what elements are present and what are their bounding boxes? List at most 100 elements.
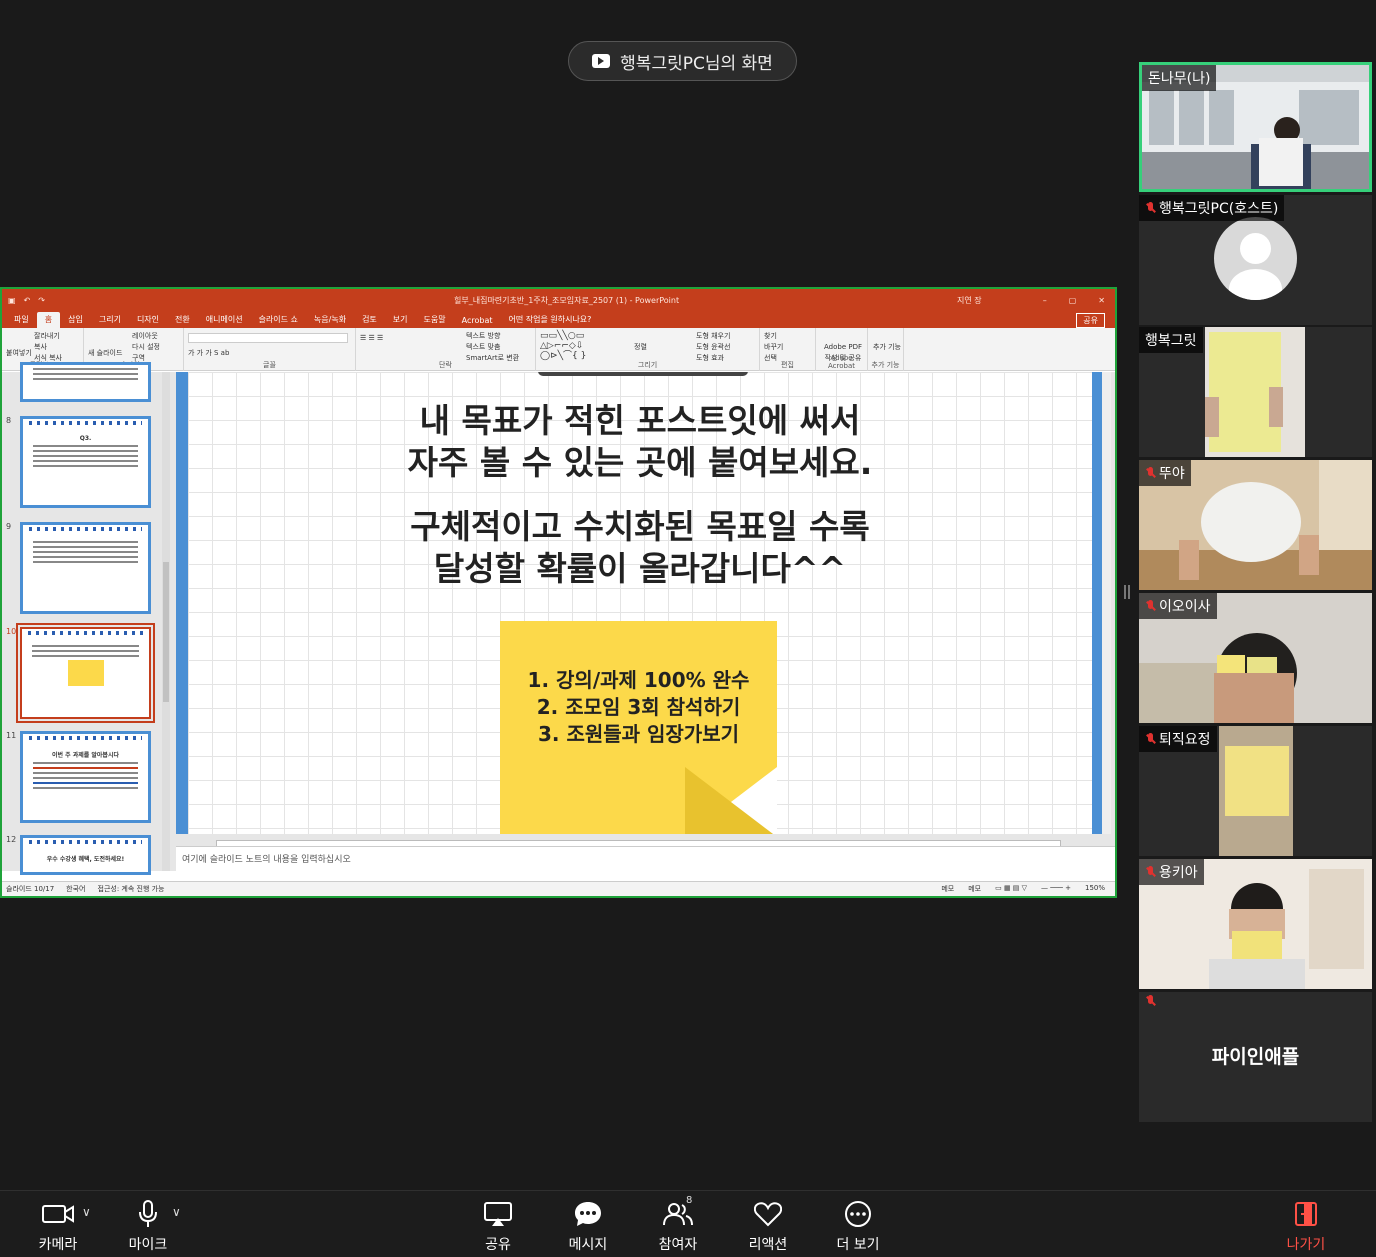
participant-tile[interactable]: 파이인애플 bbox=[1139, 992, 1372, 1122]
reset-button[interactable]: 다시 설정 bbox=[132, 342, 160, 353]
slide-number: 8 bbox=[6, 416, 12, 425]
addins-button[interactable]: 추가 기능 bbox=[872, 342, 902, 353]
slide-thumbnail[interactable] bbox=[20, 522, 151, 614]
close-icon[interactable]: ✕ bbox=[1098, 296, 1105, 305]
leave-button[interactable]: 나가기 bbox=[1270, 1199, 1342, 1254]
ribbon-group-editing: 찾기 바꾸기 선택 편집 bbox=[760, 328, 816, 371]
chevron-down-icon[interactable]: ∨ bbox=[172, 1205, 181, 1219]
more-button[interactable]: 더 보기 bbox=[822, 1199, 894, 1254]
slide-scrollbar[interactable] bbox=[1102, 372, 1111, 834]
replace-button[interactable]: 바꾸기 bbox=[764, 342, 783, 353]
layout-button[interactable]: 레이아웃 bbox=[132, 331, 160, 342]
minimize-icon[interactable]: – bbox=[1043, 296, 1047, 305]
ribbon-group-font: 가 가 가 S ab 글꼴 bbox=[184, 328, 356, 371]
view-buttons[interactable]: ▭ ▦ ▤ ▽ bbox=[995, 884, 1027, 894]
participant-tile[interactable]: 행복그릿 bbox=[1139, 327, 1372, 457]
mic-muted-icon bbox=[1145, 865, 1155, 879]
text-direction-button[interactable]: 텍스트 방향 bbox=[466, 331, 519, 342]
chevron-down-icon[interactable]: ∨ bbox=[82, 1205, 91, 1219]
participant-tile-self[interactable]: 돈나무(나) bbox=[1139, 62, 1372, 192]
tab-transitions[interactable]: 전환 bbox=[167, 312, 198, 328]
copy-button[interactable]: 복사 bbox=[34, 342, 62, 353]
status-bar: 슬라이드 10/17 한국어 접근성: 계속 진행 가능 메모 메모 ▭ ▦ ▤… bbox=[2, 881, 1115, 896]
language[interactable]: 한국어 bbox=[66, 884, 85, 894]
tab-animations[interactable]: 애니메이션 bbox=[198, 312, 251, 328]
reactions-button[interactable]: 리액션 bbox=[732, 1199, 804, 1254]
tab-review[interactable]: 검토 bbox=[354, 312, 385, 328]
participant-name: 행복그릿PC(호스트) bbox=[1139, 195, 1285, 221]
text-align-button[interactable]: 텍스트 맞춤 bbox=[466, 342, 519, 353]
thumbnail-scrollbar[interactable] bbox=[162, 372, 170, 871]
slide-heading-line: 자주 볼 수 있는 곳에 붙여보세요. bbox=[407, 443, 873, 482]
group-label: 글꼴 bbox=[263, 361, 276, 369]
tab-slideshow[interactable]: 슬라이드 쇼 bbox=[251, 312, 306, 328]
new-slide-button[interactable]: 새 슬라이드 bbox=[88, 348, 122, 359]
ribbon-group-acrobat: Adobe PDF 작성 및 공유 Adobe Acrobat bbox=[816, 328, 868, 371]
zoom-level[interactable]: 150% bbox=[1085, 884, 1105, 894]
tab-home[interactable]: 홈 bbox=[36, 312, 61, 328]
comments-toggle[interactable]: 메모 bbox=[968, 884, 981, 894]
maximize-icon[interactable]: ▢ bbox=[1069, 296, 1077, 305]
cut-button[interactable]: 잘라내기 bbox=[34, 331, 62, 342]
participant-tile[interactable]: 행복그릿PC(호스트) bbox=[1139, 195, 1372, 325]
camera-label: 카메라 bbox=[38, 1237, 78, 1253]
slide-thumbnail[interactable]: 우수 수강생 혜택, 도전하세요! bbox=[20, 835, 151, 875]
zoom-slider[interactable]: — ─── + bbox=[1041, 884, 1071, 894]
participants-button[interactable]: 8 참여자 bbox=[642, 1195, 714, 1254]
participant-tile[interactable]: 용키아 bbox=[1139, 859, 1372, 989]
paragraph-icons[interactable]: ☰ ☰ ☰ bbox=[360, 333, 383, 344]
participant-tile[interactable]: 퇴직요정 bbox=[1139, 726, 1372, 856]
slide-thumbnail-selected[interactable] bbox=[16, 623, 155, 723]
tab-acrobat[interactable]: Acrobat bbox=[454, 314, 501, 328]
notes-toggle[interactable]: 메모 bbox=[941, 884, 954, 894]
participant-tile[interactable]: 뚜야 bbox=[1139, 460, 1372, 590]
accessibility-status[interactable]: 접근성: 계속 진행 가능 bbox=[98, 884, 165, 894]
mic-muted-icon bbox=[1145, 201, 1155, 215]
ribbon-group-drawing: ▭▭╲╲○▭ △▷⌐⌐◇⇩ ◯⊳╲⌒{ } 정렬 도형 채우기 도형 윤곽선 도형 … bbox=[536, 328, 760, 371]
slide-counter: 슬라이드 10/17 bbox=[6, 885, 55, 893]
notes-pane[interactable]: 여기에 슬라이드 노트의 내용을 입력하십시오 bbox=[176, 846, 1115, 872]
save-icon[interactable]: ▣ bbox=[8, 296, 16, 305]
mic-muted-icon bbox=[1145, 995, 1155, 1008]
tab-help[interactable]: 도움말 bbox=[416, 312, 454, 328]
font-name-box[interactable] bbox=[188, 333, 348, 343]
screen-share-banner[interactable]: 행복그릿PC님의 화면 bbox=[568, 41, 797, 81]
participant-name: 퇴직요정 bbox=[1139, 726, 1217, 752]
find-button[interactable]: 찾기 bbox=[764, 331, 783, 342]
thumbnail-title: 우수 수강생 혜택, 도전하세요! bbox=[46, 856, 125, 863]
undo-icon[interactable]: ↶ bbox=[24, 296, 31, 305]
slide-heading-line: 내 목표가 적힌 포스트잇에 써서 bbox=[419, 401, 861, 440]
slide-thumbnail[interactable]: 이번 주 과제를 알아봅시다 bbox=[20, 731, 151, 823]
slide-thumbnail[interactable] bbox=[20, 362, 151, 402]
redo-icon[interactable]: ↷ bbox=[38, 296, 45, 305]
postit-line: 2. 조모임 3회 참석하기 bbox=[536, 695, 741, 719]
tab-draw[interactable]: 그리기 bbox=[91, 312, 129, 328]
paste-button[interactable]: 붙여넣기 bbox=[6, 348, 32, 359]
slide-canvas[interactable]: 내 목표가 적힌 포스트잇에 써서 자주 볼 수 있는 곳에 붙여보세요. 구체… bbox=[176, 372, 1104, 834]
arrange-button[interactable]: 정렬 bbox=[634, 342, 647, 353]
tab-file[interactable]: 파일 bbox=[6, 312, 37, 328]
tab-design[interactable]: 디자인 bbox=[129, 312, 167, 328]
participants-count: 8 bbox=[686, 1195, 693, 1206]
slide-thumbnail[interactable]: Q3. bbox=[20, 416, 151, 508]
participant-status bbox=[1139, 992, 1161, 1011]
more-label: 더 보기 bbox=[836, 1237, 880, 1253]
user-name[interactable]: 지연 장 bbox=[957, 295, 982, 306]
share-button[interactable]: 공유 bbox=[462, 1199, 534, 1254]
slide-heading: 내 목표가 적힌 포스트잇에 써서 자주 볼 수 있는 곳에 붙여보세요. bbox=[188, 400, 1092, 484]
shape-outline-button[interactable]: 도형 윤곽선 bbox=[696, 342, 730, 353]
tab-record[interactable]: 녹음/녹화 bbox=[306, 312, 354, 328]
ppt-share-button[interactable]: 공유 bbox=[1076, 313, 1105, 328]
chat-button[interactable]: 메시지 bbox=[552, 1199, 624, 1254]
participant-tile[interactable]: 이오이사 bbox=[1139, 593, 1372, 723]
group-label: 추가 기능 bbox=[871, 361, 900, 369]
tab-insert[interactable]: 삽입 bbox=[60, 312, 91, 328]
font-format-icons[interactable]: 가 가 가 S ab bbox=[188, 348, 229, 359]
panel-splitter-handle[interactable] bbox=[1124, 585, 1130, 599]
shapes-gallery[interactable]: ▭▭╲╲○▭ △▷⌐⌐◇⇩ ◯⊳╲⌒{ } bbox=[540, 331, 586, 361]
search-hint[interactable]: 어떤 작업을 원하시나요? bbox=[500, 312, 599, 328]
postit-line: 1. 강의/과제 100% 완수 bbox=[527, 668, 750, 692]
shape-fill-button[interactable]: 도형 채우기 bbox=[696, 331, 730, 342]
tab-view[interactable]: 보기 bbox=[385, 312, 416, 328]
screen-share-label: 행복그릿PC님의 화면 bbox=[620, 53, 773, 74]
